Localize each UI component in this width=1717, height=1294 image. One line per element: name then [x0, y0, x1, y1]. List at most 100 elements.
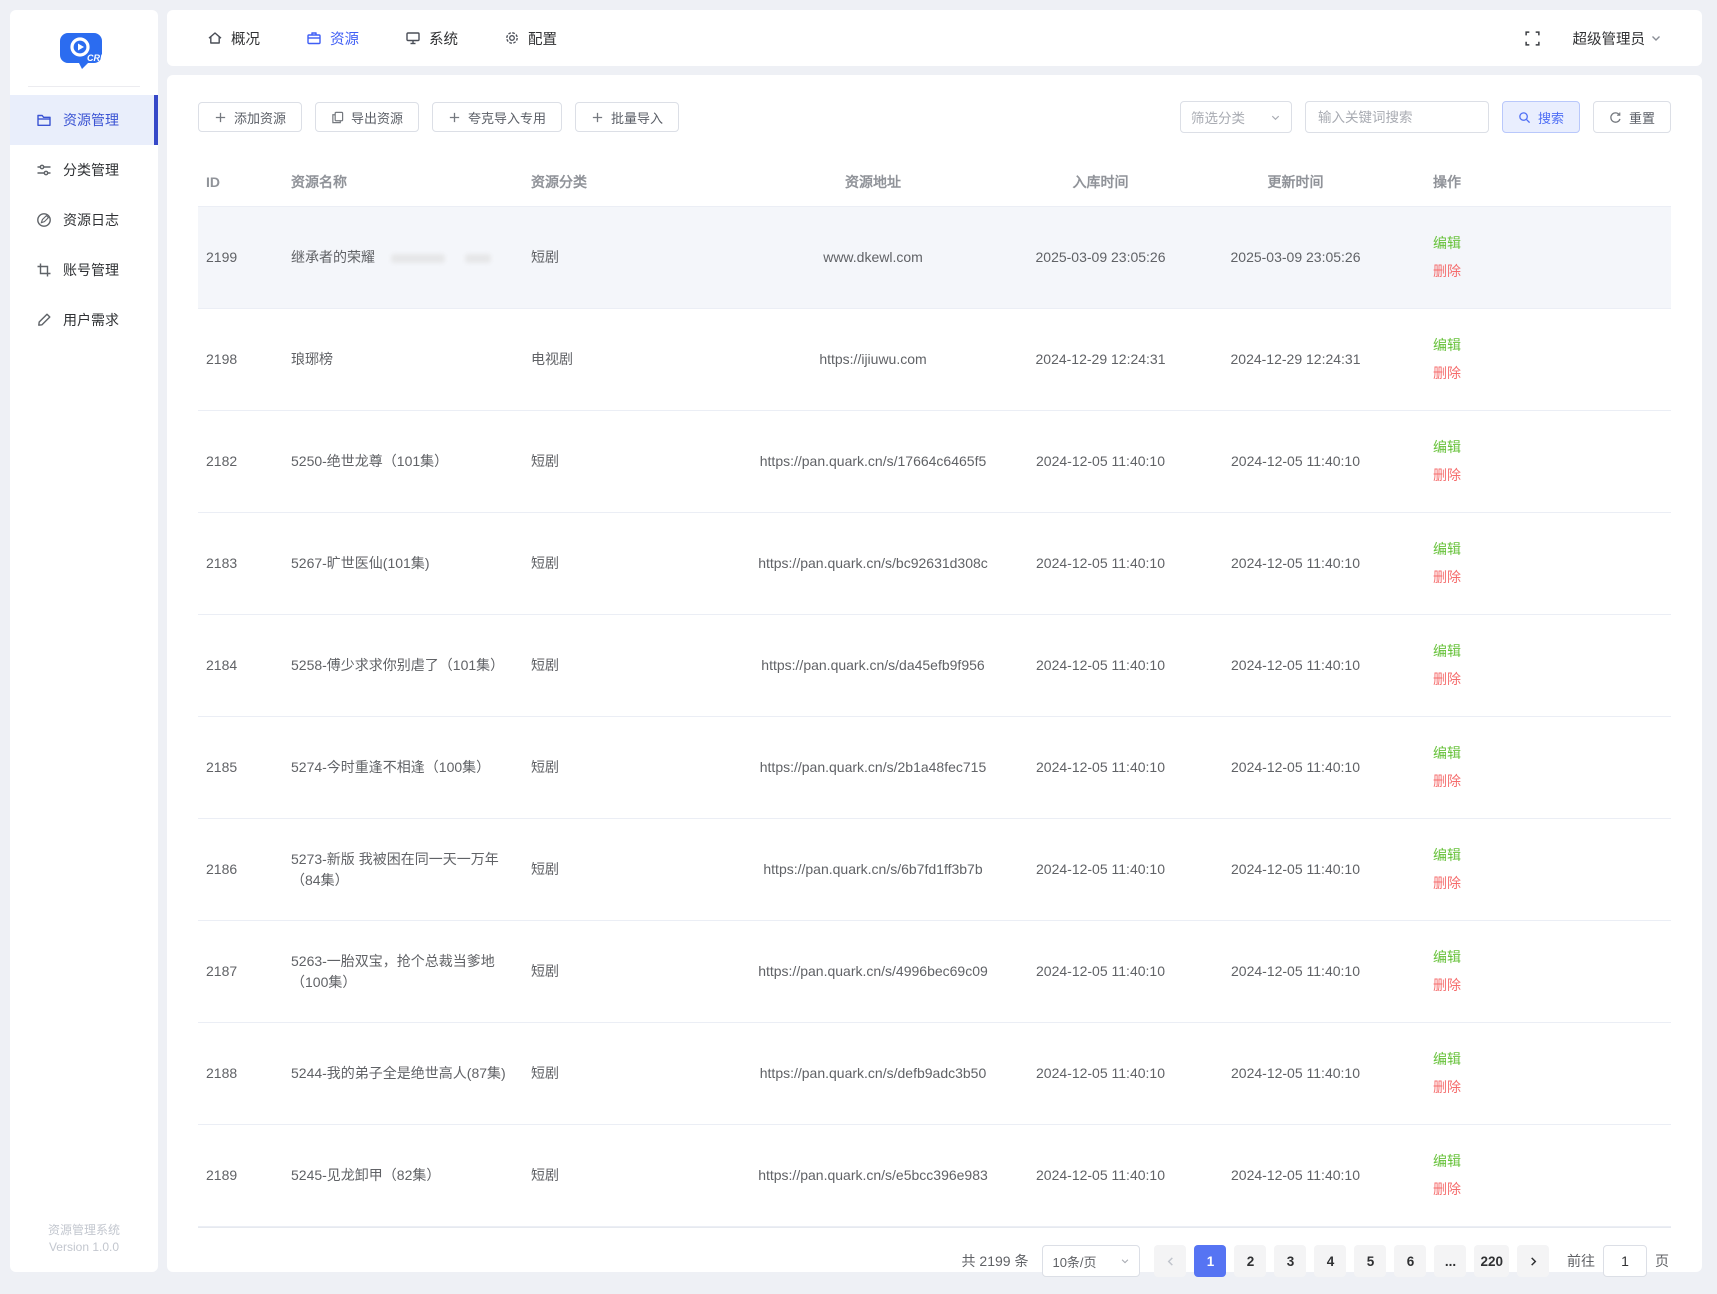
cell-operations: 编辑 删除 [1393, 921, 1671, 1023]
cell-id: 2184 [198, 615, 283, 717]
button-label: 夸克导入专用 [468, 108, 546, 127]
nav-item-resources[interactable]: 资源 [306, 28, 359, 49]
redacted-text [465, 254, 491, 263]
pagination-ellipsis[interactable]: ... [1434, 1245, 1466, 1277]
header-created: 入库时间 [1003, 160, 1198, 207]
page-button[interactable]: 2 [1234, 1245, 1266, 1277]
sidebar-item-resource-log[interactable]: 资源日志 [10, 195, 158, 245]
edit-link[interactable]: 编辑 [1433, 233, 1461, 254]
edit-link[interactable]: 编辑 [1433, 1151, 1461, 1172]
nav-item-label: 概况 [231, 28, 260, 49]
page-button[interactable]: 5 [1354, 1245, 1386, 1277]
fullscreen-button[interactable] [1524, 30, 1541, 47]
delete-link[interactable]: 删除 [1433, 1179, 1461, 1200]
button-label: 重置 [1629, 108, 1655, 127]
edit-link[interactable]: 编辑 [1433, 845, 1461, 866]
export-resource-button[interactable]: 导出资源 [315, 102, 419, 132]
search-button[interactable]: 搜索 [1502, 101, 1580, 133]
app-name: 资源管理系统 [10, 1222, 158, 1239]
cell-operations: 编辑 删除 [1393, 309, 1671, 411]
add-resource-button[interactable]: 添加资源 [198, 102, 302, 132]
nav-item-label: 配置 [528, 28, 557, 49]
edit-link[interactable]: 编辑 [1433, 539, 1461, 560]
batch-import-button[interactable]: 批量导入 [575, 102, 679, 132]
copy-document-icon [331, 111, 344, 124]
delete-link[interactable]: 删除 [1433, 261, 1461, 282]
nav-item-system[interactable]: 系统 [405, 28, 458, 49]
page-button[interactable]: 6 [1394, 1245, 1426, 1277]
cell-address: https://pan.quark.cn/s/6b7fd1ff3b7b [743, 819, 1003, 921]
delete-link[interactable]: 删除 [1433, 1077, 1461, 1098]
header-address: 资源地址 [743, 160, 1003, 207]
delete-link[interactable]: 删除 [1433, 873, 1461, 894]
page-button[interactable]: 1 [1194, 1245, 1226, 1277]
cell-category: 短剧 [523, 207, 743, 309]
cell-name: 5250-绝世龙尊（101集） [283, 411, 523, 513]
cell-name: 5245-见龙卸甲（82集） [283, 1125, 523, 1227]
edit-link[interactable]: 编辑 [1433, 641, 1461, 662]
page-size-select[interactable]: 10条/页 [1042, 1245, 1140, 1277]
page-button[interactable]: 4 [1314, 1245, 1346, 1277]
cell-created: 2024-12-29 12:24:31 [1003, 309, 1198, 411]
sidebar-item-resource-management[interactable]: 资源管理 [10, 95, 158, 145]
cell-created: 2024-12-05 11:40:10 [1003, 921, 1198, 1023]
page-button[interactable]: 220 [1474, 1245, 1509, 1277]
cell-updated: 2025-03-09 23:05:26 [1198, 207, 1393, 309]
table-row: 2186 5273-新版 我被困在同一天一万年（84集） 短剧 https://… [198, 819, 1671, 921]
sidebar-item-user-requests[interactable]: 用户需求 [10, 295, 158, 345]
plus-icon [448, 111, 461, 124]
table-row: 2185 5274-今时重逢不相逢（100集） 短剧 https://pan.q… [198, 717, 1671, 819]
toolbar-filters: 筛选分类 搜索 重置 [1180, 101, 1671, 133]
delete-link[interactable]: 删除 [1433, 465, 1461, 486]
page-button[interactable]: 3 [1274, 1245, 1306, 1277]
button-label: 导出资源 [351, 108, 403, 127]
nav-item-label: 系统 [429, 28, 458, 49]
prev-page-button[interactable] [1154, 1245, 1186, 1277]
category-filter-select[interactable]: 筛选分类 [1180, 101, 1292, 133]
toolbar-actions: 添加资源 导出资源 夸克导入专用 批量导入 [198, 102, 679, 132]
nav-item-overview[interactable]: 概况 [207, 28, 260, 49]
delete-link[interactable]: 删除 [1433, 771, 1461, 792]
cell-created: 2024-12-05 11:40:10 [1003, 1023, 1198, 1125]
edit-link[interactable]: 编辑 [1433, 1049, 1461, 1070]
table-row: 2198 琅琊榜 电视剧 https://ijiuwu.com 2024-12-… [198, 309, 1671, 411]
next-page-button[interactable] [1517, 1245, 1549, 1277]
sidebar-item-category-management[interactable]: 分类管理 [10, 145, 158, 195]
user-menu[interactable]: 超级管理员 [1573, 28, 1663, 49]
cell-name: 继承者的荣耀 [283, 207, 523, 309]
search-icon [1518, 111, 1531, 124]
sidebar-item-account-management[interactable]: 账号管理 [10, 245, 158, 295]
cell-category: 短剧 [523, 717, 743, 819]
cell-address: https://pan.quark.cn/s/defb9adc3b50 [743, 1023, 1003, 1125]
delete-link[interactable]: 删除 [1433, 669, 1461, 690]
cell-address: https://pan.quark.cn/s/e5bcc396e983 [743, 1125, 1003, 1227]
topbar-right: 超级管理员 [1524, 28, 1663, 49]
delete-link[interactable]: 删除 [1433, 363, 1461, 384]
table-row: 2199 继承者的荣耀 短剧 www.dkewl.com 2025-03-09 … [198, 207, 1671, 309]
goto-page-input[interactable] [1603, 1245, 1647, 1277]
edit-link[interactable]: 编辑 [1433, 743, 1461, 764]
nav-item-settings[interactable]: 配置 [504, 28, 557, 49]
delete-link[interactable]: 删除 [1433, 567, 1461, 588]
plus-icon [214, 111, 227, 124]
delete-link[interactable]: 删除 [1433, 975, 1461, 996]
content-card: 添加资源 导出资源 夸克导入专用 批量导入 [167, 75, 1702, 1272]
button-label: 批量导入 [611, 108, 663, 127]
header-name: 资源名称 [283, 160, 523, 207]
reset-button[interactable]: 重置 [1593, 101, 1671, 133]
home-icon [207, 30, 223, 46]
edit-link[interactable]: 编辑 [1433, 437, 1461, 458]
quark-import-button[interactable]: 夸克导入专用 [432, 102, 562, 132]
table-row: 2187 5263-一胎双宝，抢个总裁当爹地（100集） 短剧 https://… [198, 921, 1671, 1023]
page-unit-label: 页 [1655, 1251, 1669, 1271]
edit-link[interactable]: 编辑 [1433, 335, 1461, 356]
keyword-search-input[interactable] [1305, 101, 1489, 133]
cell-name: 5273-新版 我被困在同一天一万年（84集） [283, 819, 523, 921]
svg-text:CRM: CRM [87, 53, 108, 63]
cell-operations: 编辑 删除 [1393, 411, 1671, 513]
cell-updated: 2024-12-05 11:40:10 [1198, 819, 1393, 921]
crm-logo-icon: CRM [60, 30, 108, 72]
edit-link[interactable]: 编辑 [1433, 947, 1461, 968]
resources-table: ID 资源名称 资源分类 资源地址 入库时间 更新时间 操作 2199 继承者的… [198, 160, 1671, 1227]
refresh-icon [1609, 111, 1622, 124]
